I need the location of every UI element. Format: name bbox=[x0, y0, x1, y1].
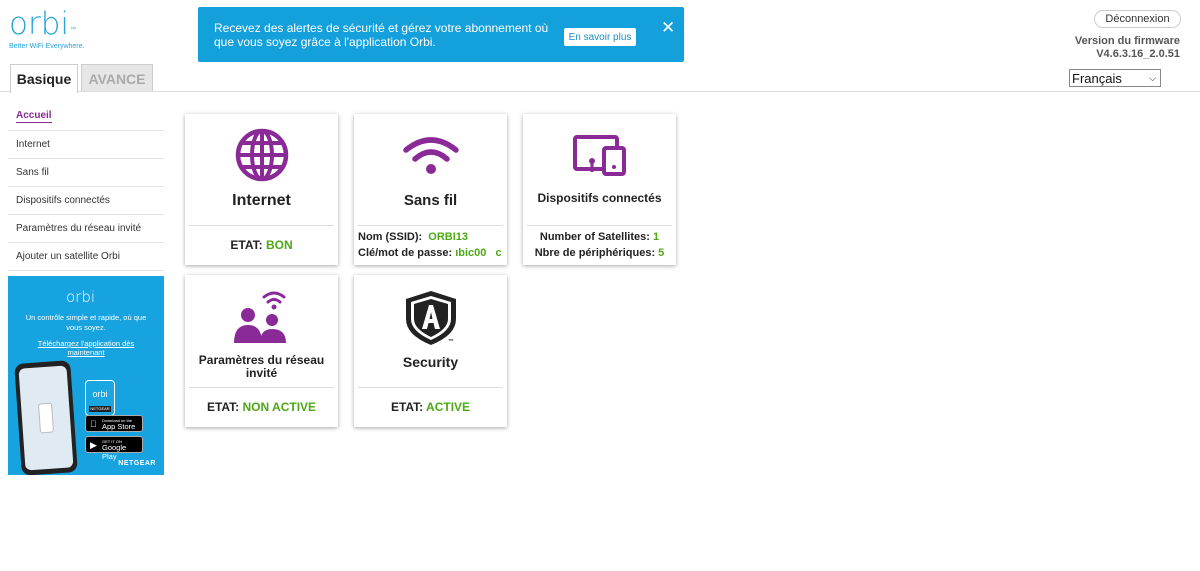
devices-count-label: Nbre de périphériques: bbox=[534, 247, 656, 259]
apple-icon:  bbox=[90, 419, 97, 429]
play-icon: ▶ bbox=[90, 440, 97, 450]
logo-tm: ™ bbox=[70, 26, 77, 33]
sidebar: Accueil Internet Sans fil Dispositifs co… bbox=[8, 103, 164, 271]
logo-tagline: Better WiFi Everywhere. bbox=[9, 43, 85, 50]
firmware-version: V4.6.3.16_2.0.51 bbox=[1096, 48, 1180, 60]
orbi-app-tile: orbi NETGEAR bbox=[85, 380, 115, 416]
status-label: ETAT: bbox=[230, 238, 263, 252]
status-value: NON ACTIVE bbox=[242, 400, 317, 414]
badge-big-text: Google Play bbox=[102, 443, 127, 461]
close-icon[interactable]: ✕ bbox=[661, 19, 675, 36]
promo-logo: orbi bbox=[66, 288, 96, 306]
promo-download-link[interactable]: Téléchargez l'application dès maintenant bbox=[28, 339, 144, 357]
sidebar-item-label: Paramètres du réseau invité bbox=[16, 223, 142, 234]
card-divider bbox=[358, 225, 503, 226]
card-divider bbox=[527, 225, 672, 226]
guest-network-card[interactable]: Paramètres du réseau invité ETAT: NON AC… bbox=[185, 275, 338, 427]
security-status: ETAT: ACTIVE bbox=[354, 400, 507, 414]
learn-more-button[interactable]: En savoir plus bbox=[564, 28, 636, 46]
ssid-label: Nom (SSID): bbox=[358, 231, 423, 243]
security-card[interactable]: ™ Security ETAT: ACTIVE bbox=[354, 275, 507, 427]
firmware-label: Version du firmware bbox=[1074, 35, 1180, 47]
trademark-symbol: ™ bbox=[448, 339, 454, 345]
phone-screen bbox=[18, 365, 74, 471]
ssid-value: ORBI13 bbox=[428, 231, 469, 243]
sidebar-item-guest-network[interactable]: Paramètres du réseau invité bbox=[8, 215, 164, 243]
internet-status: ETAT: BON bbox=[185, 238, 338, 252]
guest-status: ETAT: NON ACTIVE bbox=[185, 400, 338, 414]
banner-text: Recevez des alertes de sécurité et gérez… bbox=[214, 21, 549, 49]
card-divider bbox=[189, 387, 334, 388]
status-label: ETAT: bbox=[206, 400, 240, 414]
satellites-label: Number of Satellites: bbox=[539, 231, 650, 243]
sidebar-item-wireless[interactable]: Sans fil bbox=[8, 159, 164, 187]
promo-text: Un contrôle simple et rapide, où que vou… bbox=[25, 313, 147, 332]
wireless-card[interactable]: Sans fil Nom (SSID): ORBI13 Clé/mot de p… bbox=[354, 114, 507, 265]
sidebar-item-home[interactable]: Accueil bbox=[8, 103, 164, 131]
card-title: Paramètres du réseau invité bbox=[198, 353, 325, 380]
card-divider bbox=[358, 387, 503, 388]
google-play-badge[interactable]: ▶ GET IT ON Google Play bbox=[85, 436, 143, 461]
shield-icon: ™ bbox=[354, 289, 507, 347]
app-store-badge[interactable]:  Download on the App Store bbox=[85, 415, 143, 432]
language-select[interactable]: Français ⌵ bbox=[1069, 69, 1161, 87]
logout-button[interactable]: Déconnexion bbox=[1094, 10, 1181, 28]
tab-advanced[interactable]: AVANCE bbox=[81, 64, 153, 92]
internet-card[interactable]: Internet ETAT: BON bbox=[185, 114, 338, 265]
status-value: BON bbox=[265, 238, 293, 252]
orbi-logo: orbi™ Better WiFi Everywhere. bbox=[9, 8, 99, 58]
card-divider bbox=[189, 225, 334, 226]
card-title: Security bbox=[402, 354, 459, 370]
devices-count-value: 5 bbox=[658, 247, 665, 259]
tab-basic[interactable]: Basique bbox=[10, 64, 78, 93]
sidebar-item-label: Accueil bbox=[16, 110, 52, 123]
password-label: Clé/mot de passe: bbox=[358, 247, 453, 259]
sidebar-item-internet[interactable]: Internet bbox=[8, 131, 164, 159]
password-value: ıbic00 c bbox=[455, 247, 502, 259]
card-title: Sans fil bbox=[403, 192, 458, 209]
app-tile-text: orbi bbox=[92, 389, 108, 399]
devices-count-line: Nbre de périphériques: 5 bbox=[527, 247, 672, 259]
password-line: Clé/mot de passe: ıbic00 c bbox=[358, 247, 507, 259]
globe-icon bbox=[185, 128, 338, 182]
satellites-line: Number of Satellites: 1 bbox=[527, 231, 672, 243]
badge-big-text: App Store bbox=[102, 422, 136, 431]
sidebar-item-label: Ajouter un satellite Orbi bbox=[16, 251, 120, 262]
card-title: Internet bbox=[232, 192, 291, 209]
ssid-line: Nom (SSID): ORBI13 bbox=[358, 231, 507, 243]
card-title: Dispositifs connectés bbox=[537, 191, 662, 205]
guest-users-icon bbox=[185, 289, 338, 345]
wifi-icon bbox=[354, 136, 507, 176]
sidebar-item-connected-devices[interactable]: Dispositifs connectés bbox=[8, 187, 164, 215]
router-image bbox=[37, 402, 55, 434]
devices-icon bbox=[523, 134, 676, 176]
orbi-app-promo: orbi Un contrôle simple et rapide, où qu… bbox=[8, 276, 164, 475]
sidebar-item-label: Sans fil bbox=[16, 167, 49, 178]
sidebar-item-add-satellite[interactable]: Ajouter un satellite Orbi bbox=[8, 243, 164, 271]
app-tile-label: NETGEAR bbox=[89, 406, 111, 412]
tab-divider bbox=[0, 91, 1200, 92]
satellites-value: 1 bbox=[652, 231, 660, 243]
status-label: ETAT: bbox=[390, 400, 424, 414]
logo-word: orbi bbox=[9, 6, 70, 42]
app-promo-banner: Recevez des alertes de sécurité et gérez… bbox=[198, 7, 684, 62]
language-selected: Français bbox=[1072, 70, 1122, 86]
status-value: ACTIVE bbox=[426, 400, 471, 414]
sidebar-item-label: Internet bbox=[16, 139, 50, 150]
connected-devices-card[interactable]: Dispositifs connectés Number of Satellit… bbox=[523, 114, 676, 265]
chevron-down-icon: ⌵ bbox=[1149, 73, 1156, 83]
phone-image bbox=[14, 360, 78, 475]
sidebar-item-label: Dispositifs connectés bbox=[16, 195, 110, 206]
netgear-brand: NETGEAR bbox=[118, 460, 156, 467]
